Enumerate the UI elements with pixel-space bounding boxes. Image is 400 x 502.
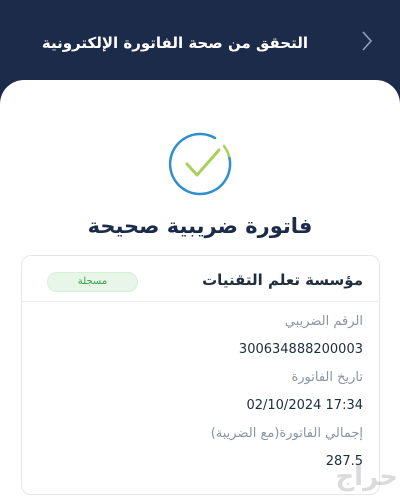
status-badge: مسجلة	[47, 272, 138, 292]
tax-number-value: 300634888200003	[238, 342, 363, 357]
card-header: مؤسسة تعلم التقنيات مسجلة	[22, 256, 379, 302]
back-button[interactable]	[354, 30, 380, 56]
watermark-logo: حراج	[335, 462, 398, 492]
page-title: التحقق من صحة الفاتورة الإلكترونية	[41, 34, 308, 52]
invoice-total-label: إجمالي الفاتورة(مع الضريبة)	[210, 426, 363, 441]
invoice-date-label: تاريخ الفاتورة	[291, 370, 363, 385]
company-name: مؤسسة تعلم التقنيات	[202, 271, 363, 289]
top-header: التحقق من صحة الفاتورة الإلكترونية	[0, 0, 400, 86]
invoice-card: مؤسسة تعلم التقنيات مسجلة الرقم الضريبي …	[21, 255, 380, 495]
chevron-right-icon	[360, 30, 374, 56]
result-title: فاتورة ضريبية صحيحة	[87, 214, 313, 238]
tax-number-label: الرقم الضريبي	[284, 314, 363, 329]
invoice-date-value: 02/10/2024 17:34	[246, 398, 363, 413]
check-circle-icon	[163, 126, 239, 202]
